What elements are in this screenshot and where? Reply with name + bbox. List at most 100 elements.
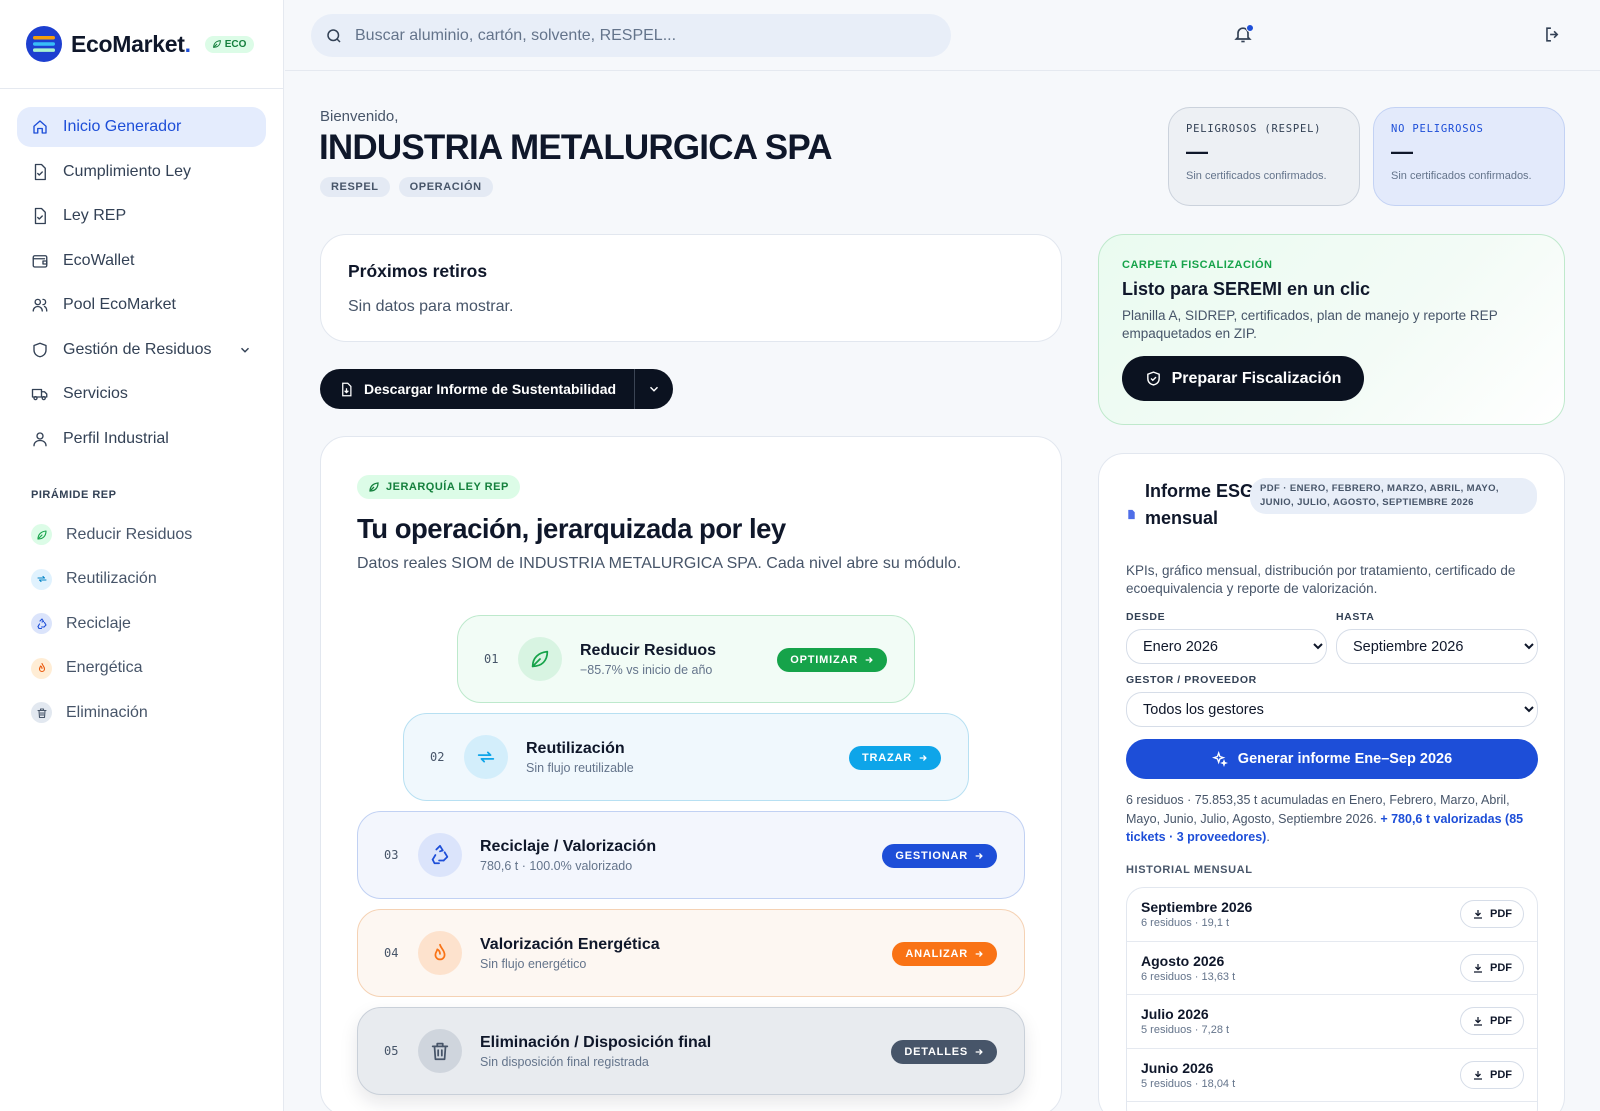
history-month: Septiembre 2026: [1141, 899, 1253, 916]
download-icon: [1474, 963, 1482, 973]
greeting: Bienvenido,: [320, 108, 399, 125]
stat-sub: Sin certificados confirmados.: [1391, 170, 1532, 182]
download-pdf-button[interactable]: PDF: [1460, 1060, 1524, 1089]
sidebar-item-ecowallet[interactable]: EcoWallet: [17, 241, 266, 281]
level-sub: −85.7% vs inicio de año: [580, 662, 713, 677]
document-check-icon: [34, 163, 46, 180]
sidebar-item-ley-rep[interactable]: Ley REP: [17, 196, 266, 236]
desde-label: DESDE: [1126, 611, 1166, 623]
history-row: Agosto 2026 6 residuos · 13,63 t PDF: [1127, 942, 1537, 995]
download-pdf-button[interactable]: PDF: [1460, 900, 1524, 929]
brand-name[interactable]: EcoMarket.: [71, 31, 191, 58]
logout-button[interactable]: [1543, 25, 1562, 44]
pyramid-nav-3[interactable]: Reciclaje: [17, 604, 266, 644]
search-input[interactable]: [355, 26, 915, 45]
history-row: [1127, 1102, 1537, 1111]
esg-summary: 6 residuos · 75.853,35 t acumuladas en E…: [1126, 793, 1524, 844]
download-pdf-button[interactable]: PDF: [1460, 1007, 1524, 1036]
repeat-icon: [31, 568, 52, 590]
sidebar-item-servicios[interactable]: Servicios: [17, 374, 266, 414]
document-check-icon: [31, 163, 49, 181]
sidebar-item-label: Gestión de Residuos: [63, 340, 212, 358]
recycle-icon: [431, 844, 449, 865]
gestor-label: GESTOR / PROVEEDOR: [1126, 674, 1257, 686]
home-icon: [31, 118, 49, 136]
pyramid-level-03[interactable]: 03 Reciclaje / Valorización 780,6 t · 10…: [357, 811, 1025, 899]
leaf-icon: [31, 524, 52, 545]
pyramid-level-01[interactable]: 01 Reducir Residuos −85.7% vs inicio de …: [457, 615, 915, 703]
history-sub: 6 residuos · 13,63 t: [1141, 970, 1236, 983]
pyramid-nav-2[interactable]: Reutilización: [17, 559, 266, 599]
download-icon: [1474, 910, 1482, 919]
level-number: 03: [384, 848, 399, 862]
level-action-button[interactable]: OPTIMIZAR: [777, 648, 887, 672]
recycle-icon: [418, 833, 462, 877]
stat-title: NO PELIGROSOS: [1391, 123, 1484, 135]
download-options-button[interactable]: [635, 382, 673, 396]
truck-icon: [31, 388, 48, 401]
leaf-icon: [518, 637, 562, 681]
tag-operacion: OPERACIÓN: [398, 177, 493, 197]
company-name: INDUSTRIA METALURGICA SPA: [319, 128, 833, 167]
sidebar-item-cumplimiento-ley[interactable]: Cumplimiento Ley: [17, 152, 266, 192]
arrow-right-icon: [975, 1049, 983, 1055]
repeat-icon: [464, 735, 508, 779]
level-sub: Sin flujo reutilizable: [526, 760, 634, 775]
stat-title: PELIGROSOS (RESPEL): [1186, 123, 1322, 135]
pyramid-level-02[interactable]: 02 Reutilización Sin flujo reutilizable …: [403, 713, 969, 801]
hasta-select[interactable]: Septiembre 2026: [1336, 629, 1538, 664]
level-action-button[interactable]: DETALLES: [891, 1040, 997, 1064]
download-report-button[interactable]: Descargar Informe de Sustentabilidad: [320, 369, 636, 409]
gestor-select[interactable]: Todos los gestores: [1126, 692, 1538, 727]
chevron-down-icon[interactable]: [238, 343, 252, 357]
sidebar-item-label: Servicios: [63, 385, 128, 402]
download-report-split-button: Descargar Informe de Sustentabilidad: [320, 369, 674, 409]
pyramid-nav-label: Energética: [66, 659, 143, 676]
level-action-button[interactable]: ANALIZAR: [892, 942, 997, 966]
level-name: Reducir Residuos: [580, 641, 717, 659]
desde-select[interactable]: Enero 2026: [1126, 629, 1327, 664]
users-icon: [31, 296, 49, 314]
search-bar[interactable]: [311, 14, 951, 57]
sidebar-item-gestión-de-residuos[interactable]: Gestión de Residuos: [17, 330, 266, 370]
sidebar-item-label: Pool EcoMarket: [63, 296, 176, 313]
pyramid-nav-label: Reciclaje: [66, 614, 131, 632]
notifications-button[interactable]: [1233, 24, 1254, 44]
sidebar-item-inicio-generador[interactable]: Inicio Generador: [17, 107, 266, 147]
pyramid-nav-5[interactable]: Eliminación: [17, 693, 266, 733]
trash-icon: [36, 707, 47, 718]
tag-respel: RESPEL: [320, 177, 390, 197]
level-name: Eliminación / Disposición final: [480, 1033, 712, 1051]
pyramid-level-05[interactable]: 05 Eliminación / Disposición final Sin d…: [357, 1007, 1025, 1095]
stat-no-peligrosos: NO PELIGROSOS — Sin certificados confirm…: [1373, 107, 1565, 206]
notification-dot: [1246, 24, 1254, 32]
level-number: 04: [384, 946, 399, 960]
download-pdf-button[interactable]: PDF: [1460, 953, 1524, 982]
company-tags: RESPEL OPERACIÓN: [320, 177, 493, 197]
shield-icon: [33, 342, 47, 357]
generar-informe-button[interactable]: Generar informe Ene–Sep 2026: [1126, 739, 1538, 779]
wallet-icon: [32, 254, 48, 268]
ecomarket-logo-icon: [26, 26, 62, 62]
history-row: Julio 2026 5 residuos · 7,28 t PDF: [1127, 995, 1537, 1049]
stat-value: —: [1391, 139, 1413, 164]
home-icon: [33, 120, 47, 134]
main-nav: Inicio Generador Cumplimiento Ley Ley REP E…: [0, 89, 283, 459]
pyramid-nav-4[interactable]: Energética: [17, 648, 266, 688]
flame-icon: [31, 657, 52, 679]
sidebar-item-label: Perfil Industrial: [63, 429, 169, 447]
sparkles-icon: [1211, 751, 1228, 767]
pyramid-nav-1[interactable]: Reducir Residuos: [17, 515, 266, 555]
pyramid-nav-label: Eliminación: [66, 703, 148, 721]
pyramid-level-04[interactable]: 04 Valorización Energética Sin flujo ene…: [357, 909, 1025, 997]
user-icon: [31, 430, 49, 448]
preparar-fiscalizacion-button[interactable]: Preparar Fiscalización: [1122, 356, 1364, 401]
level-action-button[interactable]: TRAZAR: [848, 746, 941, 770]
download-icon: [1474, 1017, 1482, 1026]
document-check-icon: [31, 207, 49, 225]
level-action-button[interactable]: GESTIONAR: [882, 844, 997, 868]
sidebar-item-perfil-industrial[interactable]: Perfil Industrial: [17, 419, 266, 459]
proximos-retiros-card: Próximos retiros Sin datos para mostrar.: [320, 234, 1062, 342]
fiscalizacion-desc: Planilla A, SIDREP, certificados, plan d…: [1122, 308, 1498, 341]
sidebar-item-pool-ecomarket[interactable]: Pool EcoMarket: [17, 285, 266, 325]
